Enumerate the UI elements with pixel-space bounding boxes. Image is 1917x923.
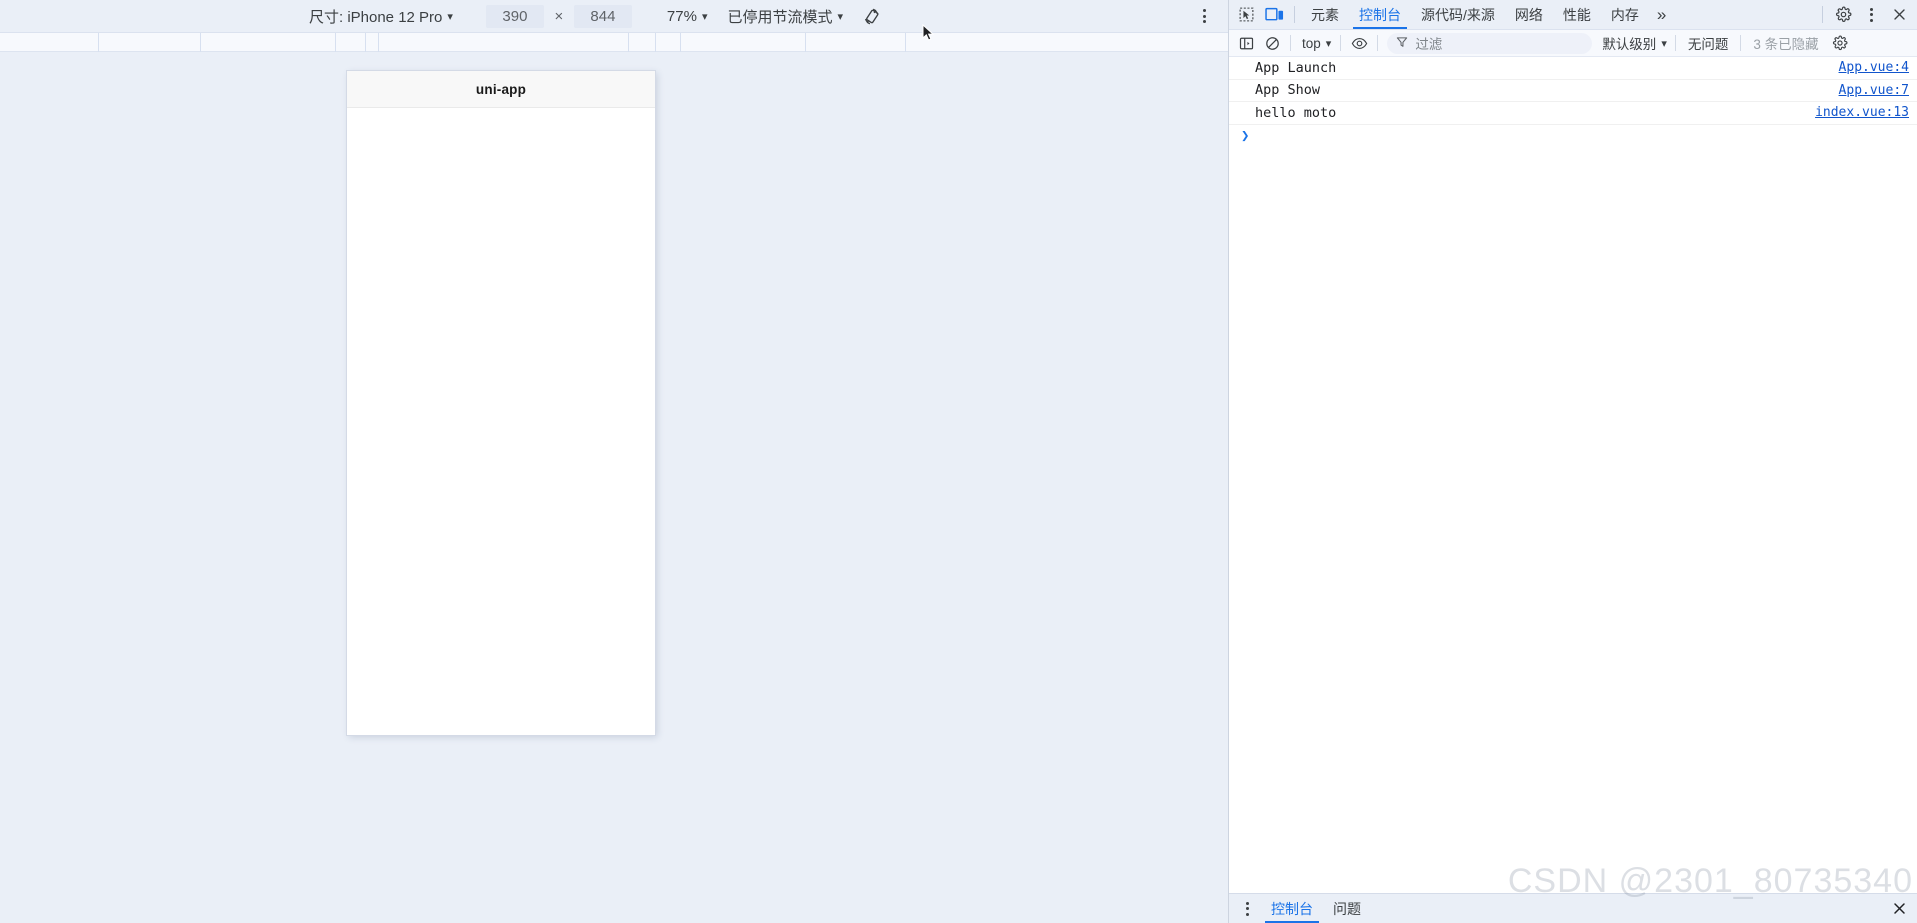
toolbar-divider [1377, 35, 1379, 51]
devtools-tabstrip: 元素 控制台 源代码/来源 网络 性能 内存 » [1229, 0, 1917, 30]
level-label: 默认级别 [1602, 37, 1657, 52]
console-message-list[interactable]: App Launch App.vue:4 App Show App.vue:7 … [1229, 57, 1917, 893]
ruler-tick [628, 33, 629, 52]
tabstrip-divider [1294, 6, 1295, 23]
toolbar-divider [1290, 35, 1291, 51]
tab-sources[interactable]: 源代码/来源 [1411, 0, 1505, 29]
chevron-down-icon: ▾ [447, 10, 453, 23]
hidden-messages-count: 3 条已隐藏 [1753, 37, 1819, 52]
app-content-area[interactable] [347, 108, 655, 734]
tab-performance[interactable]: 性能 [1553, 0, 1601, 29]
console-message-text: App Show [1255, 82, 1321, 99]
toolbar-divider [1740, 35, 1742, 51]
drawer-tab-label: 控制台 [1271, 900, 1313, 917]
device-toolbar-icon[interactable] [1260, 3, 1288, 27]
chevron-down-icon: ▾ [701, 10, 708, 23]
tab-elements[interactable]: 元素 [1301, 0, 1349, 29]
devtools-more-options-icon[interactable] [1857, 3, 1885, 27]
device-toolbar: 尺寸: iPhone 12 Pro ▾ 390 × 844 77% ▾ 已停用节… [0, 0, 1228, 33]
chevron-down-icon: ▾ [837, 10, 844, 23]
ruler-tick [365, 33, 366, 52]
filter-icon [1396, 36, 1408, 51]
viewport-stage: uni-app [0, 52, 1228, 923]
ruler-tick [378, 33, 379, 52]
toolbar-divider [1340, 35, 1342, 51]
console-message-text: App Launch [1255, 59, 1337, 76]
device-size-label: 尺寸: iPhone 12 Pro [308, 8, 443, 26]
log-level-select[interactable]: 默认级别 ▾ [1596, 33, 1670, 54]
devtools-panel: 元素 控制台 源代码/来源 网络 性能 内存 » top ▾ 过滤 默认级别 ▾… [1228, 0, 1917, 923]
throttling-label: 已停用节流模式 [727, 8, 833, 26]
live-expression-icon[interactable] [1346, 32, 1372, 54]
console-message-source-link[interactable]: index.vue:13 [1815, 105, 1909, 120]
prompt-arrow-icon: ❯ [1241, 127, 1250, 144]
kebab-dots [1202, 9, 1206, 23]
ruler-tick [905, 33, 906, 52]
app-navigation-bar: uni-app [347, 71, 655, 108]
zoom-label: 77% [666, 7, 697, 25]
chevron-down-icon: ▾ [1325, 37, 1332, 50]
kebab-dots [1869, 7, 1873, 22]
device-width-input[interactable]: 390 [485, 4, 544, 28]
console-message-text: hello moto [1255, 104, 1337, 121]
tab-label: 控制台 [1359, 6, 1401, 23]
toolbar-divider [1674, 35, 1676, 51]
ruler-tick [98, 33, 99, 52]
tab-network[interactable]: 网络 [1505, 0, 1553, 29]
drawer-tab-label: 问题 [1333, 900, 1361, 917]
console-message-source-link[interactable]: App.vue:7 [1839, 83, 1909, 98]
device-height-input[interactable]: 844 [573, 4, 632, 28]
ruler-tick [805, 33, 806, 52]
tab-label: 元素 [1311, 6, 1339, 23]
drawer-close-icon[interactable] [1888, 897, 1911, 920]
console-settings-gear-icon[interactable] [1828, 32, 1852, 54]
app-title: uni-app [475, 81, 527, 97]
ruler-tick [655, 33, 656, 52]
console-message-row[interactable]: App Show App.vue:7 [1229, 80, 1917, 102]
tab-label: 源代码/来源 [1421, 6, 1495, 23]
kebab-dots [1245, 901, 1249, 916]
tabstrip-divider-right [1822, 6, 1823, 23]
tab-label: 网络 [1514, 6, 1543, 23]
context-label: top [1302, 35, 1321, 51]
viewport-ruler[interactable] [0, 33, 1228, 52]
filter-placeholder-text: 过滤 [1415, 37, 1443, 52]
console-input-prompt[interactable]: ❯ [1229, 125, 1917, 147]
console-sidebar-icon[interactable] [1233, 32, 1259, 54]
console-toolbar: top ▾ 过滤 默认级别 ▾ 无问题 3 条已隐藏 [1229, 30, 1917, 57]
device-viewport[interactable]: uni-app [347, 71, 655, 735]
throttling-select[interactable]: 已停用节流模式 ▾ [722, 4, 848, 28]
console-filter-input[interactable]: 过滤 [1387, 32, 1593, 54]
device-size-select[interactable]: 尺寸: iPhone 12 Pro ▾ [304, 4, 458, 28]
execution-context-select[interactable]: top ▾ [1296, 33, 1335, 54]
zoom-select[interactable]: 77% ▾ [662, 4, 713, 28]
issues-status-button[interactable]: 无问题 [1681, 33, 1736, 54]
device-more-options-icon[interactable] [1190, 3, 1218, 29]
app-root: 尺寸: iPhone 12 Pro ▾ 390 × 844 77% ▾ 已停用节… [0, 0, 1917, 923]
ruler-tick [335, 33, 336, 52]
inspect-element-icon[interactable] [1232, 3, 1260, 27]
console-message-row[interactable]: hello moto index.vue:13 [1229, 102, 1917, 125]
clear-console-icon[interactable] [1259, 32, 1285, 54]
console-message-source-link[interactable]: App.vue:4 [1839, 60, 1909, 75]
chevron-down-icon: ▾ [1661, 37, 1667, 50]
devtools-drawer: 控制台 问题 [1229, 893, 1917, 923]
drawer-more-options-icon[interactable] [1233, 897, 1261, 921]
tab-memory[interactable]: 内存 [1601, 0, 1649, 29]
drawer-tab-console[interactable]: 控制台 [1261, 894, 1323, 923]
ruler-tick [200, 33, 201, 52]
gear-icon[interactable] [1829, 3, 1857, 27]
drawer-tab-issues[interactable]: 问题 [1323, 894, 1371, 923]
device-emulation-pane: 尺寸: iPhone 12 Pro ▾ 390 × 844 77% ▾ 已停用节… [0, 0, 1228, 923]
close-devtools-icon[interactable] [1885, 3, 1913, 27]
console-message-row[interactable]: App Launch App.vue:4 [1229, 57, 1917, 80]
tab-label: 性能 [1562, 6, 1591, 23]
more-tabs-icon[interactable]: » [1649, 3, 1674, 27]
dimension-separator: × [554, 7, 564, 25]
tab-console[interactable]: 控制台 [1349, 0, 1411, 29]
ruler-tick [680, 33, 681, 52]
tab-label: 内存 [1610, 6, 1639, 23]
rotate-device-icon[interactable] [856, 3, 886, 29]
